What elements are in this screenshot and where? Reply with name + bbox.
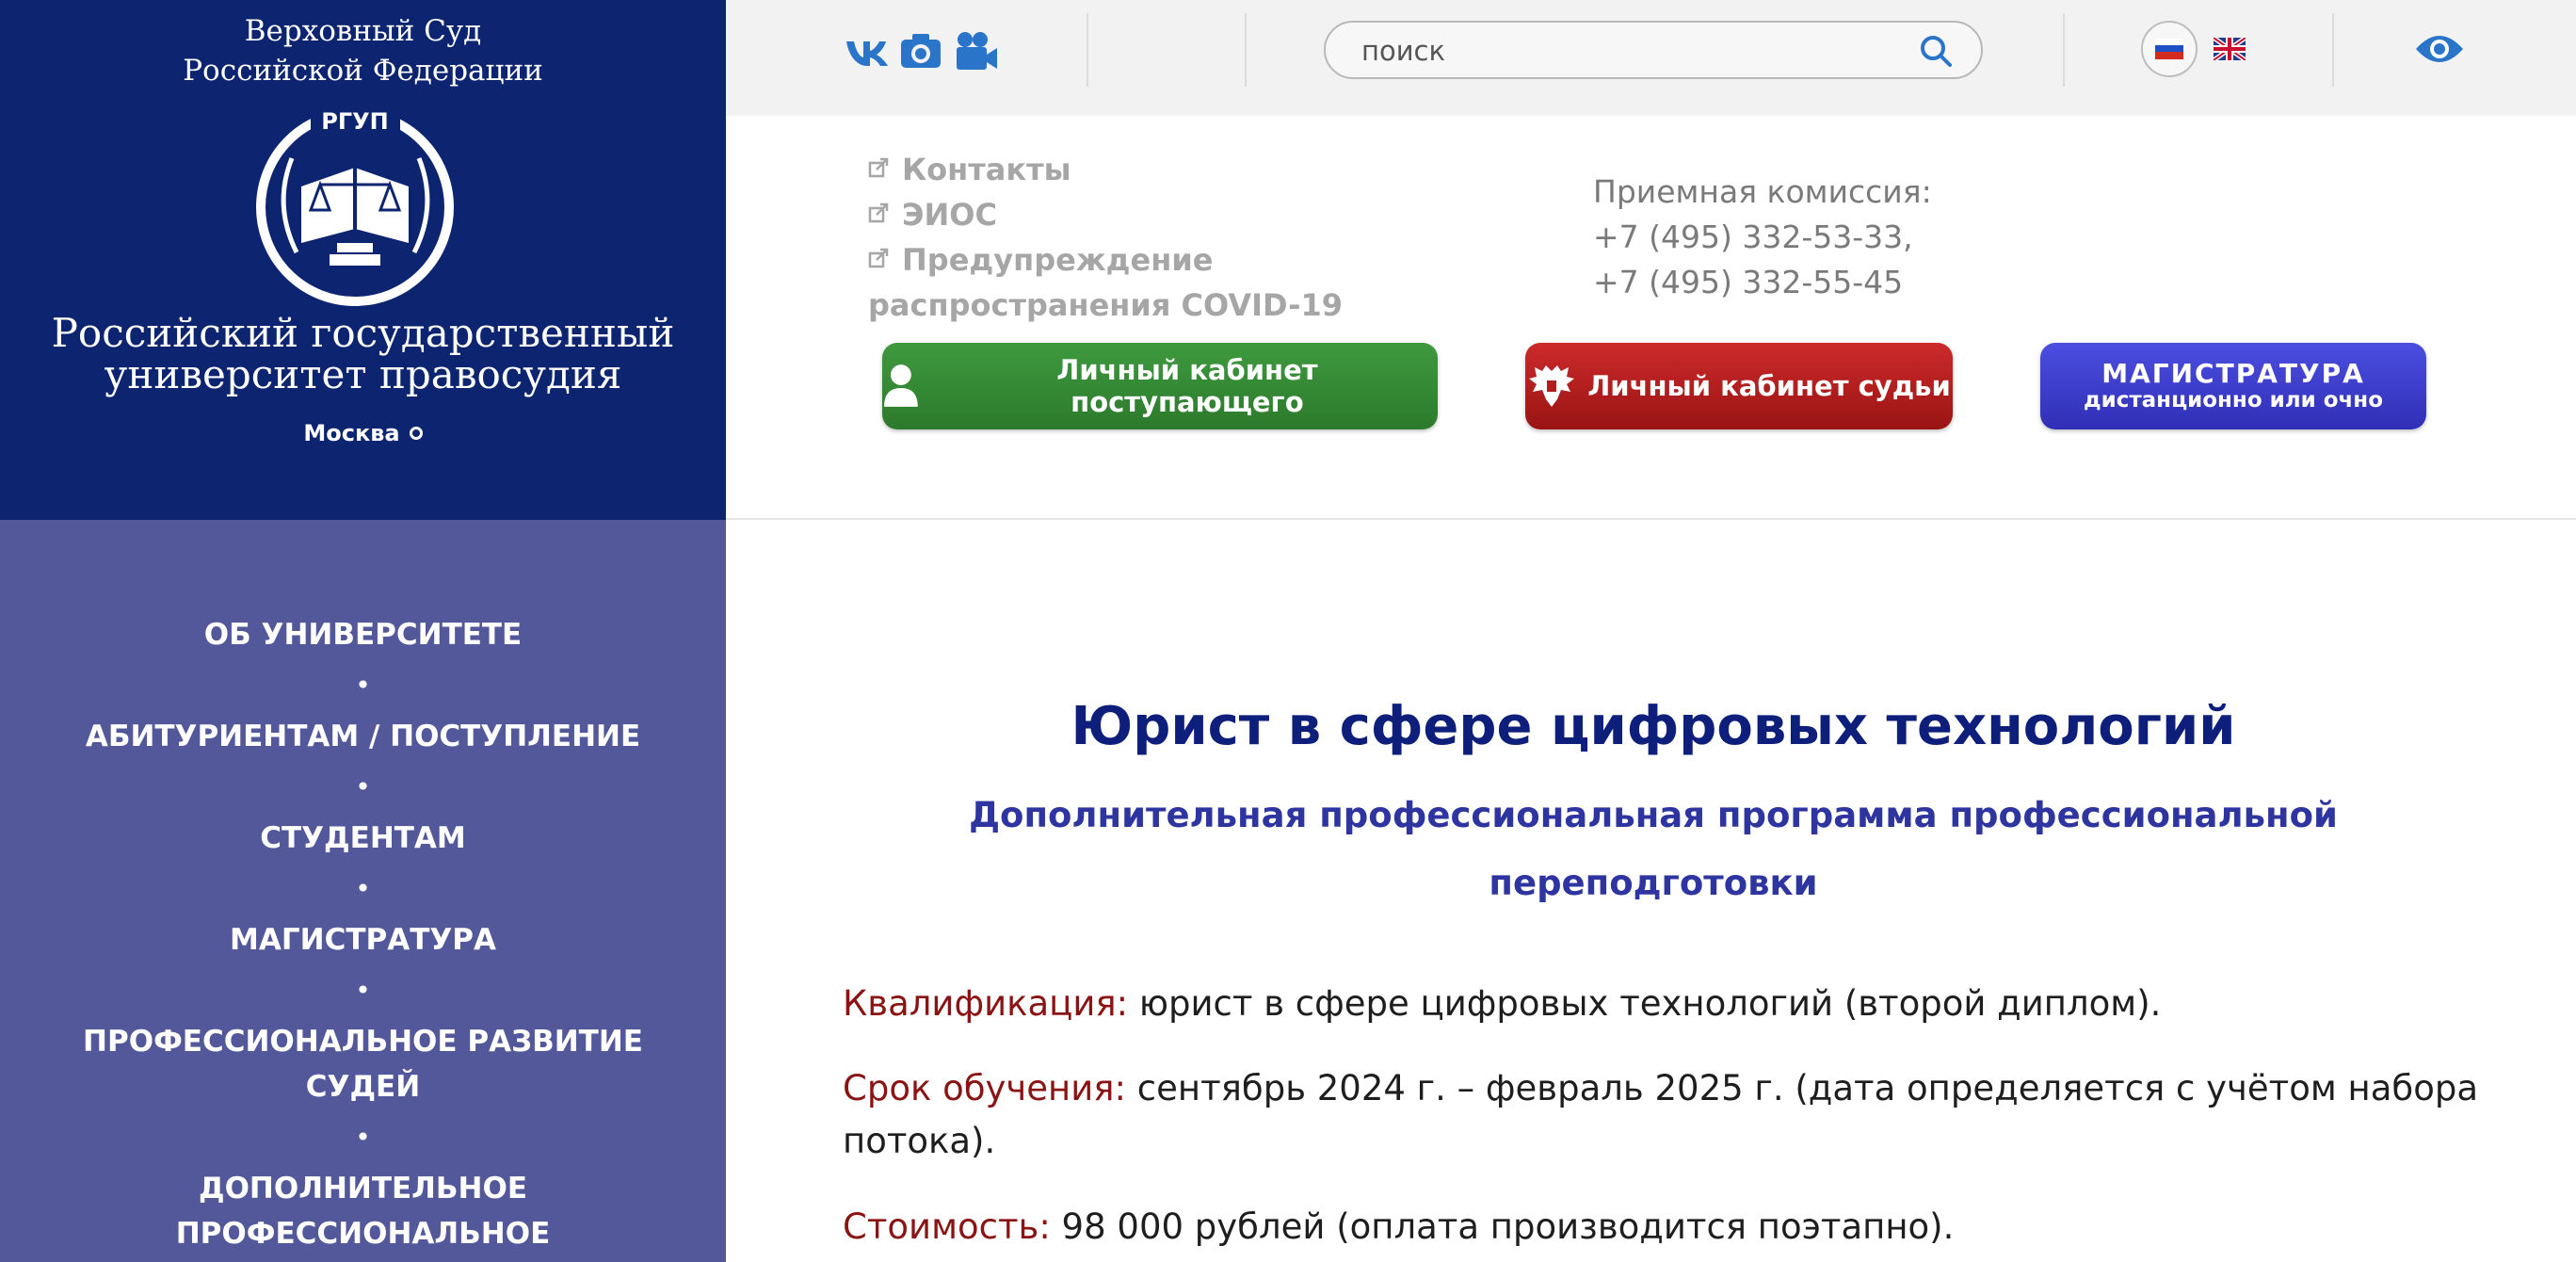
- nav-item-about[interactable]: ОБ УНИВЕРСИТЕТЕ: [0, 612, 726, 657]
- cost-value: 98 000 рублей (оплата производится поэта…: [1050, 1206, 1955, 1247]
- nav-separator: •: [355, 873, 371, 904]
- eye-icon[interactable]: [2414, 28, 2465, 70]
- nav-item-applicants[interactable]: АБИТУРИЕНТАМ / ПОСТУПЛЕНИЕ: [0, 714, 726, 759]
- brand-panel: Верховный Суд Российской Федерации РГУП …: [0, 0, 726, 520]
- header-divider: [726, 518, 2576, 520]
- external-link-icon: [868, 248, 889, 268]
- cost-label: Стоимость:: [843, 1206, 1051, 1247]
- nav-item-additional-education[interactable]: ДОПОЛНИТЕЛЬНОЕ ПРОФЕССИОНАЛЬНОЕ: [0, 1166, 726, 1256]
- nav-separator: •: [355, 1122, 371, 1153]
- university-name-line-1: Российский государственный: [51, 310, 675, 356]
- topbar-divider: [1087, 13, 1088, 87]
- university-emblem-icon[interactable]: РГУП: [254, 102, 457, 309]
- nav-separator: •: [355, 975, 371, 1006]
- cost-paragraph: Стоимость: 98 000 рублей (оплата произво…: [843, 1201, 2481, 1254]
- location-dot-icon: [409, 427, 423, 440]
- masters-program-button[interactable]: МАГИСТРАТУРА дистанционно или очно: [2040, 343, 2426, 429]
- search-input[interactable]: [1361, 32, 1889, 70]
- vk-icon[interactable]: [845, 28, 890, 73]
- external-link-icon: [868, 202, 889, 223]
- judge-account-button[interactable]: Личный кабинет судьи: [1525, 343, 1953, 429]
- qualification-value: юрист в сфере цифровых технологий (второ…: [1128, 983, 2162, 1024]
- city-selector[interactable]: Москва: [0, 420, 726, 446]
- nav-item-judges-development[interactable]: ПРОФЕССИОНАЛЬНОЕ РАЗВИТИЕ СУДЕЙ: [0, 1019, 726, 1109]
- camera-icon[interactable]: [899, 28, 942, 73]
- qualification-label: Квалификация:: [843, 983, 1129, 1024]
- duration-paragraph: Срок обучения: сентябрь 2024 г. – феврал…: [843, 1062, 2481, 1168]
- admissions-title: Приемная комиссия:: [1593, 173, 1932, 210]
- link-covid-label: Предупреждение распространения COVID-19: [868, 242, 1343, 323]
- topbar-divider: [2063, 13, 2065, 87]
- ru-flag-icon: [2155, 39, 2183, 59]
- city-label: Москва: [303, 420, 400, 446]
- admissions-phone-1[interactable]: +7 (495) 332-53-33,: [1593, 215, 2120, 260]
- language-ru-button[interactable]: [2141, 21, 2198, 77]
- admissions-contacts: Приемная комиссия: +7 (495) 332-53-33, +…: [1593, 170, 2120, 305]
- search-box: [1324, 21, 1983, 79]
- masters-button-title: МАГИСТРАТУРА: [2101, 357, 2365, 389]
- court-line-2: Российской Федерации: [183, 54, 543, 88]
- emblem-text: РГУП: [321, 108, 388, 135]
- masters-button-subtitle: дистанционно или очно: [2084, 387, 2383, 413]
- nav-separator: •: [355, 670, 371, 701]
- duration-label: Срок обучения:: [843, 1068, 1127, 1108]
- link-covid[interactable]: Предупреждение распространения COVID-19: [868, 237, 1395, 328]
- link-contacts-label: Контакты: [902, 152, 1071, 187]
- sidebar-nav: ОБ УНИВЕРСИТЕТЕ • АБИТУРИЕНТАМ / ПОСТУПЛ…: [0, 520, 726, 1262]
- page-subtitle: Дополнительная профессиональная программ…: [969, 795, 2338, 903]
- court-title: Верховный Суд Российской Федерации: [0, 11, 726, 90]
- university-name-line-2: университет правосудия: [104, 351, 622, 397]
- uk-flag-icon[interactable]: [2214, 38, 2246, 60]
- court-line-1: Верховный Суд: [244, 14, 482, 48]
- topbar-divider: [1245, 13, 1247, 87]
- search-icon[interactable]: [1919, 34, 1953, 68]
- header-links: Контакты ЭИОС Предупреждение распростран…: [868, 147, 1395, 328]
- link-eios-label: ЭИОС: [902, 197, 997, 233]
- applicant-account-button[interactable]: Личный кабинет поступающего: [882, 343, 1438, 429]
- page-title: Юрист в сфере цифровых технологий: [1071, 696, 2236, 757]
- link-eios[interactable]: ЭИОС: [868, 192, 1395, 237]
- applicant-account-label: Личный кабинет поступающего: [1056, 354, 1318, 418]
- double-headed-eagle-icon: [1529, 365, 1575, 407]
- nav-item-masters[interactable]: МАГИСТРАТУРА: [0, 917, 726, 963]
- qualification-paragraph: Квалификация: юрист в сфере цифровых тех…: [843, 978, 2481, 1030]
- nav-separator: •: [355, 771, 371, 802]
- admissions-phone-2[interactable]: +7 (495) 332-55-45: [1593, 260, 2120, 305]
- nav-item-students[interactable]: СТУДЕНТАМ: [0, 816, 726, 861]
- link-contacts[interactable]: Контакты: [868, 147, 1395, 192]
- university-name: Российский государственный университет п…: [0, 313, 726, 396]
- topbar-divider: [2332, 13, 2334, 87]
- user-icon: [883, 364, 918, 407]
- video-camera-icon[interactable]: [954, 28, 999, 73]
- top-bar: [726, 0, 2576, 116]
- judge-account-label: Личный кабинет судьи: [1587, 370, 1951, 402]
- external-link-icon: [868, 157, 889, 178]
